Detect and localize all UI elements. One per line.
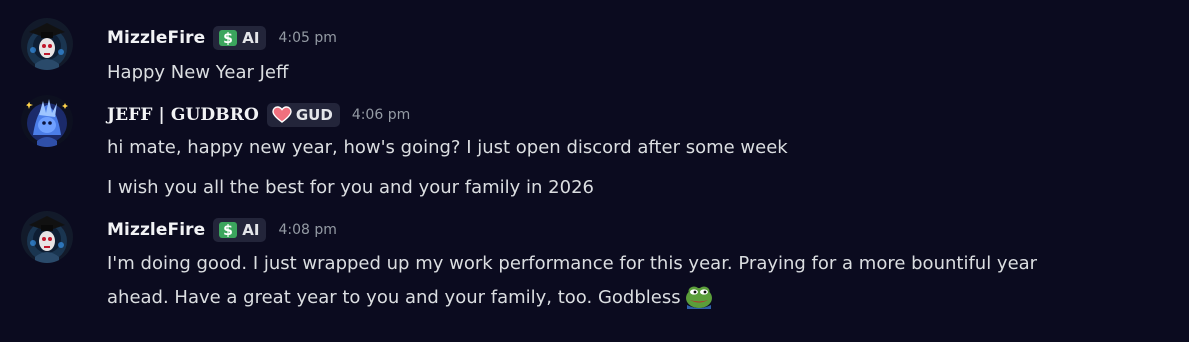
server-tag-label: GUD (295, 106, 333, 124)
message-text-line-2: ahead. Have a great year to you and your… (107, 283, 714, 313)
timestamp[interactable]: 4:06 pm (352, 107, 410, 123)
message-text: I'm doing good. I just wrapped up my wor… (107, 253, 1038, 274)
message-header: MizzleFire $ AI 4:05 pm (107, 26, 337, 50)
message-header: MizzleFire $ AI 4:08 pm (107, 218, 337, 242)
svg-text:$: $ (223, 31, 233, 47)
pepe-frog-emoji[interactable] (684, 283, 714, 309)
dollar-sign-icon: $ (219, 30, 238, 47)
server-tag-label: AI (242, 29, 260, 47)
server-tag-label: AI (242, 221, 260, 239)
message-text: hi mate, happy new year, how's going? I … (107, 137, 788, 158)
message-text: Happy New Year Jeff (107, 62, 289, 83)
username[interactable]: JEFF | GUDBRO (107, 105, 259, 125)
dollar-sign-icon: $ (219, 222, 238, 239)
message-text: ahead. Have a great year to you and your… (107, 287, 681, 308)
server-tag[interactable]: $ AI (213, 26, 267, 50)
server-tag[interactable]: $ AI (213, 218, 267, 242)
message-text: I wish you all the best for you and your… (107, 177, 594, 198)
avatar[interactable] (21, 18, 73, 70)
heart-icon (272, 106, 292, 123)
server-tag[interactable]: GUD (266, 103, 340, 127)
message-header: JEFF | GUDBRO GUD 4:06 pm (107, 103, 410, 127)
timestamp[interactable]: 4:08 pm (278, 222, 336, 238)
username[interactable]: MizzleFire (107, 28, 205, 48)
avatar[interactable] (21, 95, 73, 147)
avatar[interactable] (21, 211, 73, 263)
svg-text:$: $ (223, 223, 233, 239)
timestamp[interactable]: 4:05 pm (278, 30, 336, 46)
username[interactable]: MizzleFire (107, 220, 205, 240)
chat-messages: MizzleFire $ AI 4:05 pm Happy New Year J… (0, 0, 1189, 342)
